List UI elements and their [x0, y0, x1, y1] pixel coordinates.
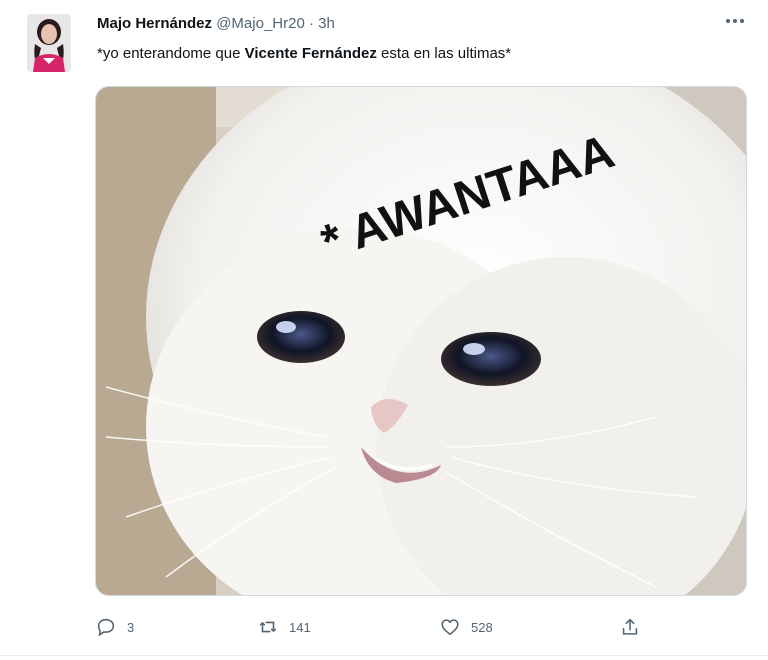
share-button[interactable]: [619, 616, 641, 638]
more-options-icon[interactable]: [722, 8, 748, 28]
tweet-header: Majo Hernández @Majo_Hr20 · 3h: [97, 14, 335, 34]
heart-icon: [441, 619, 459, 636]
reply-button[interactable]: 3: [95, 616, 134, 638]
tweet-text-start: *yo enterandome que: [97, 45, 245, 62]
tweet-text-mention: Vicente Fernández: [244, 45, 377, 62]
retweet-count: 141: [289, 619, 311, 635]
tweet-text: *yo enterandome que Vicente Fernández es…: [97, 44, 511, 64]
divider: [0, 655, 768, 656]
like-count: 528: [471, 619, 493, 635]
crying-cat-image: * AWANTAAA: [96, 87, 746, 595]
reply-count: 3: [127, 619, 135, 635]
author-handle[interactable]: @Majo_Hr20: [216, 15, 305, 32]
tweet-actions: 3 141 528: [95, 616, 655, 646]
tweet-time[interactable]: 3h: [318, 15, 335, 32]
tweet: Majo Hernández @Majo_Hr20 · 3h *yo enter…: [0, 0, 768, 660]
retweet-button[interactable]: 141: [257, 616, 311, 638]
share-icon: [622, 618, 638, 635]
like-button[interactable]: 528: [439, 616, 493, 638]
avatar[interactable]: [27, 14, 71, 72]
author-name[interactable]: Majo Hernández: [97, 15, 212, 32]
separator-dot: ·: [308, 15, 314, 32]
tweet-text-end: esta en las ultimas*: [376, 45, 512, 62]
tweet-image[interactable]: * AWANTAAA: [95, 86, 747, 596]
avatar-image: [27, 14, 71, 72]
reply-icon: [97, 618, 115, 637]
retweet-icon: [259, 621, 277, 633]
